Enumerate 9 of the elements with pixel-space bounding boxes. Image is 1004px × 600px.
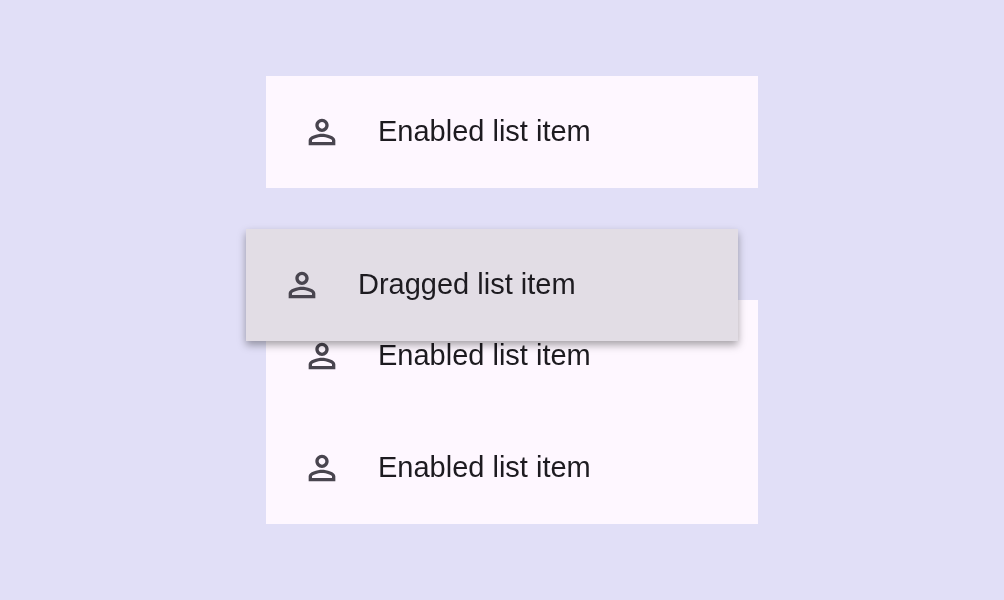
person-icon — [287, 270, 317, 300]
person-icon — [307, 453, 337, 483]
dragged-list-item[interactable]: Dragged list item — [246, 229, 738, 341]
person-icon — [307, 117, 337, 147]
person-icon — [307, 341, 337, 371]
item-label: Enabled list item — [378, 450, 591, 486]
item-label: Enabled list item — [378, 114, 591, 150]
item-label: Enabled list item — [378, 338, 591, 374]
item-label: Dragged list item — [358, 267, 576, 303]
